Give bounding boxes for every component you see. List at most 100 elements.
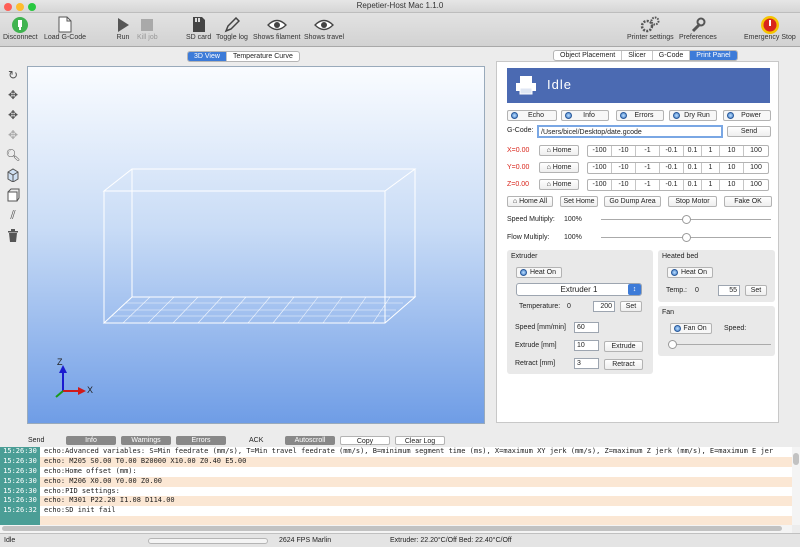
extruder-heat-on-toggle[interactable]: Heat On (516, 267, 562, 278)
z-jog-step[interactable]: -0.1 (660, 180, 684, 190)
bed-heat-on-toggle[interactable]: Heat On (667, 267, 713, 278)
x-jog-step[interactable]: -10 (612, 146, 636, 156)
toggle-log-button[interactable]: Toggle log (216, 15, 248, 41)
printer-icon (516, 76, 536, 95)
extruder-temp-input[interactable]: 200 (593, 301, 615, 312)
zoom-icon: 🔍︎ (5, 148, 21, 162)
x-jog-step[interactable]: 10 (720, 146, 744, 156)
shows-travel-button[interactable]: Shows travel (304, 15, 344, 41)
move-selection-button[interactable]: ✥ (4, 126, 22, 144)
extrude-button[interactable]: Extrude (604, 341, 643, 352)
z-jog-step[interactable]: 1 (702, 180, 720, 190)
z-jog-step[interactable]: -100 (588, 180, 612, 190)
move-camera-button[interactable]: ✥ (4, 86, 22, 104)
extrude-speed-input[interactable]: 60 (574, 322, 599, 333)
log-errors-toggle[interactable]: Errors (176, 436, 226, 445)
reset-view-button[interactable]: ↻ (4, 66, 22, 84)
info-toggle[interactable]: Info (561, 110, 609, 121)
disconnect-button[interactable]: Disconnect (3, 15, 38, 41)
z-jog-step[interactable]: 100 (744, 180, 768, 190)
send-gcode-button[interactable]: Send (727, 126, 771, 137)
iso-view-button[interactable] (4, 166, 22, 184)
y-jog-step[interactable]: 100 (744, 163, 768, 173)
fake-ok-button[interactable]: Fake OK (724, 196, 772, 207)
y-jog-step[interactable]: 1 (702, 163, 720, 173)
measure-button[interactable]: ⫽ (4, 206, 22, 224)
dry-run-toggle[interactable]: Dry Run (669, 110, 717, 121)
retract-button[interactable]: Retract (604, 359, 643, 370)
extruder-temp-current: 0 (567, 303, 571, 310)
chevron-updown-icon[interactable]: ↕ (628, 284, 641, 295)
log-copy-button[interactable]: Copy (340, 436, 390, 445)
printer-settings-button[interactable]: Printer settings (627, 15, 674, 41)
set-home-button[interactable]: Set Home (560, 196, 598, 207)
go-dump-area-button[interactable]: Go Dump Area (604, 196, 661, 207)
bed-set-temp-button[interactable]: Set (745, 285, 767, 296)
log-clear-button[interactable]: Clear Log (395, 436, 445, 445)
home-all-button[interactable]: ⌂ Home All (507, 196, 553, 207)
tab-temperature-curve[interactable]: Temperature Curve (227, 52, 299, 61)
slider-knob[interactable] (682, 215, 691, 224)
home-x-button[interactable]: ⌂ Home (539, 145, 579, 156)
extrude-length-input[interactable]: 10 (574, 340, 599, 351)
x-jog-step[interactable]: -100 (588, 146, 612, 156)
z-jog-step[interactable]: -1 (636, 180, 660, 190)
kill-job-button[interactable]: Kill job (137, 15, 158, 41)
slider-knob[interactable] (668, 340, 677, 349)
tab-object-placement[interactable]: Object Placement (554, 51, 623, 60)
fan-speed-slider[interactable] (668, 340, 771, 349)
z-jog-step[interactable]: 10 (720, 180, 744, 190)
sd-card-button[interactable]: SD card (186, 15, 211, 41)
echo-toggle[interactable]: Echo (507, 110, 557, 121)
power-toggle[interactable]: Power (723, 110, 771, 121)
tab-3d-view[interactable]: 3D View (188, 52, 227, 61)
retract-length-input[interactable]: 3 (574, 358, 599, 369)
y-jog-step[interactable]: -1 (636, 163, 660, 173)
shows-filament-button[interactable]: Shows filament (253, 15, 300, 41)
fan-on-toggle[interactable]: Fan On (670, 323, 712, 334)
home-z-button[interactable]: ⌂ Home (539, 179, 579, 190)
tab-slicer[interactable]: Slicer (622, 51, 653, 60)
zoom-button[interactable]: 🔍︎ (4, 146, 22, 164)
x-jog-step[interactable]: -1 (636, 146, 660, 156)
x-jog-step[interactable]: 100 (744, 146, 768, 156)
log-horizontal-scrollbar[interactable] (0, 525, 792, 533)
3d-viewport[interactable]: Z X (27, 66, 485, 424)
extruder-select[interactable]: Extruder 1 (516, 283, 642, 296)
emergency-stop-button[interactable]: Emergency Stop (744, 15, 796, 41)
tab-gcode[interactable]: G-Code (653, 51, 691, 60)
x-jog-step[interactable]: 1 (702, 146, 720, 156)
errors-toggle[interactable]: Errors (616, 110, 664, 121)
log-vertical-scrollbar[interactable] (792, 447, 800, 525)
y-jog-step[interactable]: -0.1 (660, 163, 684, 173)
move-object-button[interactable]: ✥ (4, 106, 22, 124)
front-view-button[interactable] (4, 186, 22, 204)
y-jog-step[interactable]: -100 (588, 163, 612, 173)
log-time: 15:26:30 (0, 476, 40, 487)
bed-temp-input[interactable]: 55 (718, 285, 740, 296)
slider-knob[interactable] (682, 233, 691, 242)
home-y-button[interactable]: ⌂ Home (539, 162, 579, 173)
y-jog-step[interactable]: -10 (612, 163, 636, 173)
x-jog-step[interactable]: -0.1 (660, 146, 684, 156)
log-warnings-toggle[interactable]: Warnings (121, 436, 171, 445)
y-jog-step[interactable]: 10 (720, 163, 744, 173)
gcode-input[interactable]: /Users/bicel/Desktop/date.gcode (537, 125, 723, 138)
log-list[interactable]: 15:26:30 echo:Advanced variables: S=Min f… (0, 447, 792, 525)
flow-multiply-slider[interactable] (601, 233, 771, 242)
z-jog-step[interactable]: 0.1 (684, 180, 702, 190)
run-button[interactable]: Run (116, 15, 130, 41)
speed-multiply-slider[interactable] (601, 215, 771, 224)
extruder-set-temp-button[interactable]: Set (620, 301, 642, 312)
stop-motor-button[interactable]: Stop Motor (668, 196, 717, 207)
log-autoscroll-toggle[interactable]: Autoscroll (285, 436, 335, 445)
load-gcode-button[interactable]: Load G-Code (44, 15, 86, 41)
x-jog-step[interactable]: 0.1 (684, 146, 702, 156)
z-jog-step[interactable]: -10 (612, 180, 636, 190)
log-info-toggle[interactable]: Info (66, 436, 116, 445)
preferences-button[interactable]: Preferences (679, 15, 717, 41)
delete-button[interactable] (4, 226, 22, 244)
log-message: echo: M205 S0.00 T0.00 B20000 X10.00 Z0.… (40, 456, 792, 467)
tab-print-panel[interactable]: Print Panel (690, 51, 737, 60)
y-jog-step[interactable]: 0.1 (684, 163, 702, 173)
